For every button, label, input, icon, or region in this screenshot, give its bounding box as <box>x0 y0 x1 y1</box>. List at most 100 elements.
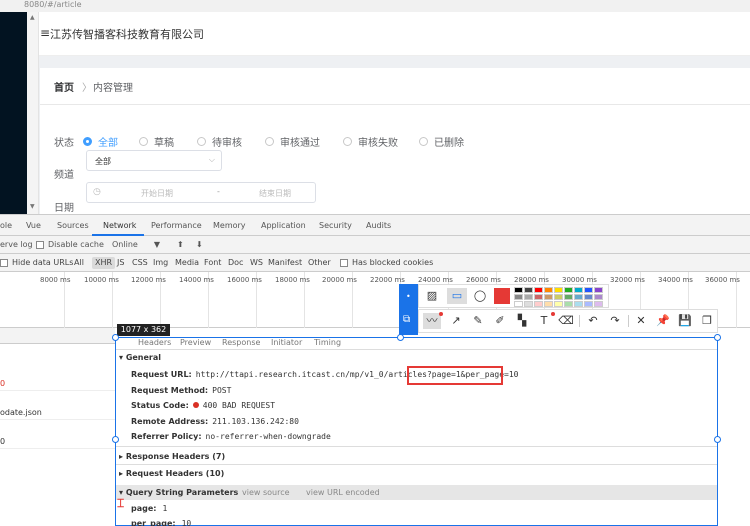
has-blocked-cookies-checkbox[interactable]: Has blocked cookies <box>340 258 433 267</box>
selection-handle[interactable] <box>397 334 404 341</box>
pin-icon[interactable]: 📌 <box>654 313 672 329</box>
tab-sources[interactable]: Sources <box>57 221 89 230</box>
request-row[interactable]: 0 <box>0 376 115 391</box>
tab-audits[interactable]: Audits <box>366 221 391 230</box>
pencil-icon[interactable]: ✎ <box>469 313 487 329</box>
import-har-icon[interactable]: ⬆ <box>177 240 184 249</box>
tab-response[interactable]: Response <box>222 338 260 347</box>
color-swatch[interactable] <box>524 294 533 300</box>
view-url-encoded-link[interactable]: view URL encoded <box>306 488 380 497</box>
filter-xhr[interactable]: XHR <box>92 257 116 269</box>
hide-data-urls-checkbox[interactable]: Hide data URLs <box>0 258 73 267</box>
filter-manifest[interactable]: Manifest <box>268 258 302 267</box>
tab-headers[interactable]: Headers <box>138 338 171 347</box>
filter-img[interactable]: Img <box>153 258 168 267</box>
color-swatch[interactable] <box>564 294 573 300</box>
color-swatch[interactable] <box>554 301 563 307</box>
request-row[interactable]: 0 <box>0 434 115 449</box>
current-color-swatch[interactable] <box>494 288 510 304</box>
color-swatch[interactable] <box>544 301 553 307</box>
annotation-rectangle[interactable] <box>407 366 503 385</box>
selection-handle[interactable] <box>714 436 721 443</box>
tab-network[interactable]: Network <box>103 221 136 230</box>
filter-css[interactable]: CSS <box>132 258 148 267</box>
color-swatch[interactable] <box>534 287 543 293</box>
scroll-down-icon[interactable]: ▼ <box>30 203 35 210</box>
color-swatch[interactable] <box>564 301 573 307</box>
color-swatch[interactable] <box>574 301 583 307</box>
color-swatch[interactable] <box>514 301 523 307</box>
filter-font[interactable]: Font <box>204 258 221 267</box>
color-swatch[interactable] <box>574 287 583 293</box>
color-swatch[interactable] <box>594 287 603 293</box>
status-radio-draft[interactable]: 草稿 <box>139 134 174 149</box>
tab-memory[interactable]: Memory <box>213 221 246 230</box>
marker-icon[interactable]: ✐ <box>491 313 509 329</box>
tab-console[interactable]: ole <box>0 221 12 230</box>
scroll-up-icon[interactable]: ▲ <box>30 14 35 21</box>
filter-all[interactable]: All <box>74 258 84 267</box>
mosaic-icon[interactable]: ▨ <box>422 288 442 304</box>
color-swatch[interactable] <box>574 294 583 300</box>
copy-icon[interactable]: ❐ <box>698 313 716 329</box>
throttle-select[interactable]: Online ▼ <box>112 240 160 249</box>
mosaic-tool-icon[interactable]: ▚ <box>513 313 531 329</box>
channel-select[interactable]: 全部 ⌵ <box>86 150 222 171</box>
color-swatch[interactable] <box>534 294 543 300</box>
color-swatch[interactable] <box>594 294 603 300</box>
color-swatch[interactable] <box>544 294 553 300</box>
pin-window-icon[interactable]: ⧉ <box>403 314 410 325</box>
color-swatch[interactable] <box>514 294 523 300</box>
response-headers-section[interactable]: ▸ Response Headers (7) <box>119 452 225 461</box>
arrow-icon[interactable]: ↗ <box>447 313 465 329</box>
filter-media[interactable]: Media <box>175 258 199 267</box>
color-swatch[interactable] <box>524 287 533 293</box>
undo-icon[interactable]: ↶ <box>584 313 602 329</box>
polyline-icon[interactable]: 〰 <box>423 313 441 329</box>
color-swatch[interactable] <box>524 301 533 307</box>
filter-ws[interactable]: WS <box>250 258 263 267</box>
view-source-link[interactable]: view source <box>242 488 290 497</box>
query-string-section[interactable]: ▾ Query String Parameters view source vi… <box>116 485 717 500</box>
color-swatch[interactable] <box>584 294 593 300</box>
tab-application[interactable]: Application <box>261 221 306 230</box>
request-headers-section[interactable]: ▸ Request Headers (10) <box>119 469 224 478</box>
color-swatch[interactable] <box>514 287 523 293</box>
eraser-icon[interactable]: ⌫ <box>557 313 575 329</box>
status-radio-all[interactable]: 全部 <box>83 134 118 149</box>
selection-handle[interactable] <box>112 436 119 443</box>
redo-icon[interactable]: ↷ <box>606 313 624 329</box>
selection-handle[interactable] <box>112 334 119 341</box>
preserve-log-checkbox[interactable]: erve log <box>0 240 33 249</box>
tab-performance[interactable]: Performance <box>151 221 202 230</box>
tab-initiator[interactable]: Initiator <box>271 338 302 347</box>
rectangle-icon[interactable]: ▭ <box>447 288 467 304</box>
status-radio-rejected[interactable]: 审核失败 <box>343 134 398 149</box>
date-range-picker[interactable]: ◷ 开始日期 - 结束日期 <box>86 182 316 203</box>
color-swatch[interactable] <box>534 301 543 307</box>
color-swatch[interactable] <box>594 301 603 307</box>
request-row[interactable]: odate.json <box>0 405 115 420</box>
filter-other[interactable]: Other <box>308 258 331 267</box>
filter-js[interactable]: JS <box>117 258 124 267</box>
close-icon[interactable]: ✕ <box>632 313 650 329</box>
filter-doc[interactable]: Doc <box>228 258 243 267</box>
text-icon[interactable]: T <box>535 313 553 329</box>
status-radio-deleted[interactable]: 已删除 <box>419 134 464 149</box>
tab-preview[interactable]: Preview <box>180 338 211 347</box>
status-radio-pending[interactable]: 待审核 <box>197 134 242 149</box>
dot-icon[interactable]: • <box>406 292 411 301</box>
date-start-input[interactable]: 开始日期 <box>141 188 173 199</box>
color-swatch[interactable] <box>584 301 593 307</box>
color-swatch[interactable] <box>544 287 553 293</box>
save-icon[interactable]: 💾 <box>676 313 694 329</box>
browser-address-bar[interactable]: 8080/#/article <box>0 0 750 12</box>
date-end-input[interactable]: 结束日期 <box>259 188 291 199</box>
color-swatch[interactable] <box>554 294 563 300</box>
disable-cache-checkbox[interactable]: Disable cache <box>36 240 104 249</box>
breadcrumb-home[interactable]: 首页 <box>54 79 74 94</box>
tab-timing[interactable]: Timing <box>314 338 341 347</box>
tab-vue[interactable]: Vue <box>26 221 41 230</box>
general-section-header[interactable]: ▾ General <box>119 353 161 362</box>
page-scrollbar[interactable] <box>27 12 39 214</box>
